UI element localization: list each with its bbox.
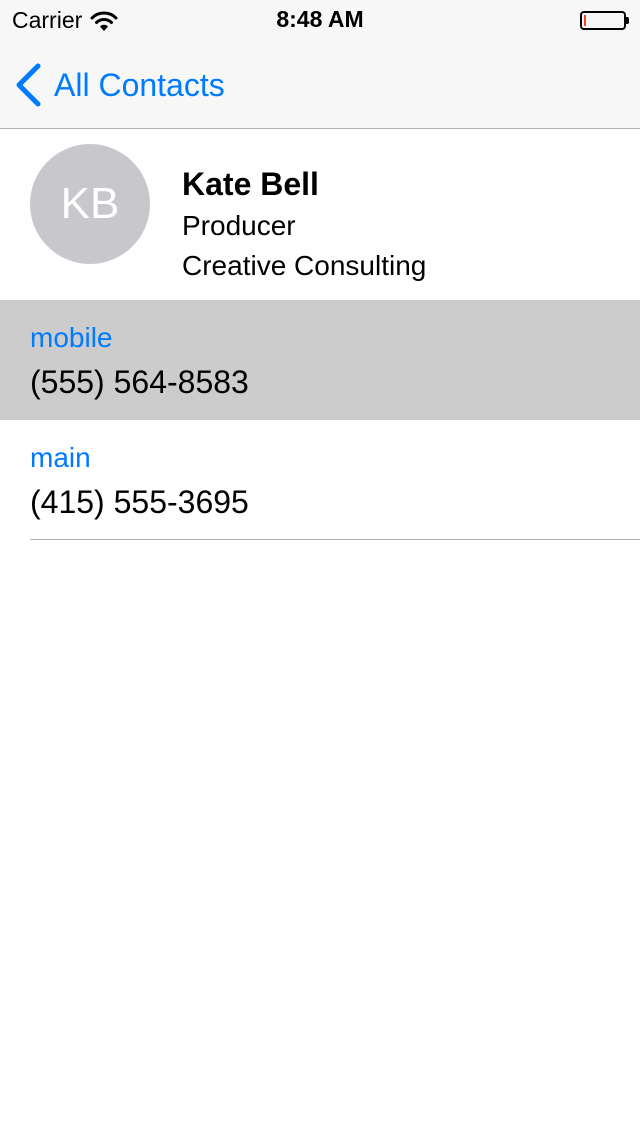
phone-row-main[interactable]: main (415) 555-3695 xyxy=(0,420,640,540)
chevron-left-icon xyxy=(16,63,41,107)
phone-label: main xyxy=(30,442,91,473)
status-bar: Carrier 8:48 AM xyxy=(0,0,640,40)
avatar-initials: KB xyxy=(60,179,120,228)
row-divider xyxy=(30,539,640,540)
phone-number: (555) 564-8583 xyxy=(30,364,249,400)
navigation-bar: All Contacts xyxy=(0,40,640,129)
contact-job-title: Producer xyxy=(182,210,296,241)
battery-icon xyxy=(580,11,626,30)
battery-level xyxy=(584,15,586,26)
status-time: 8:48 AM xyxy=(276,6,364,32)
back-button-label: All Contacts xyxy=(54,66,225,103)
contact-company: Creative Consulting xyxy=(182,250,427,281)
contact-name: Kate Bell xyxy=(182,166,319,202)
battery-tip xyxy=(626,17,629,24)
avatar: KB xyxy=(30,144,150,264)
contact-header: KB Kate Bell Producer Creative Consultin… xyxy=(0,129,640,300)
phone-label: mobile xyxy=(30,322,113,353)
back-button[interactable]: All Contacts xyxy=(14,62,225,108)
phone-row-mobile[interactable]: mobile (555) 564-8583 xyxy=(0,300,640,420)
phone-number: (415) 555-3695 xyxy=(30,484,249,520)
